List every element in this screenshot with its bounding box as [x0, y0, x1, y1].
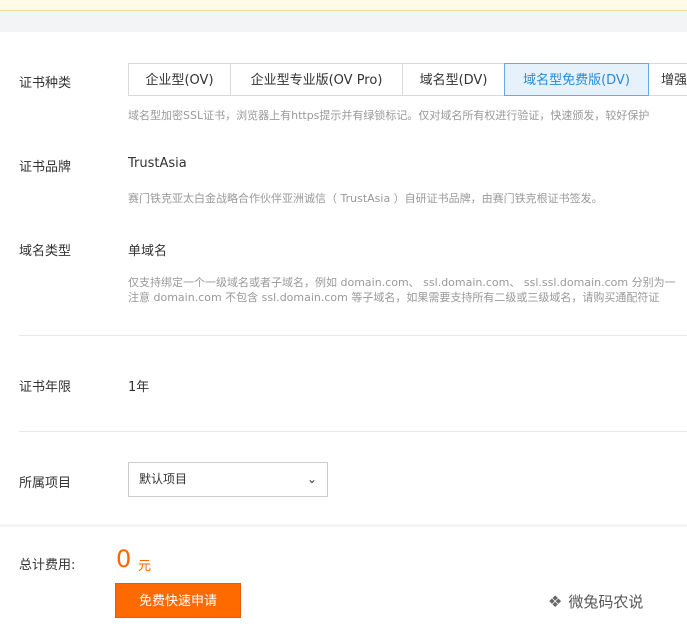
tab-ov-pro[interactable]: 企业型专业版(OV Pro): [230, 63, 403, 96]
total-cost-unit: 元: [138, 559, 152, 574]
domain-type-hint-2: 注意 domain.com 不包含 ssl.domain.com 等子域名，如果…: [128, 291, 660, 304]
divider: [19, 431, 687, 432]
total-cost-label: 总计费用:: [19, 558, 76, 573]
cert-type-hint: 域名型加密SSL证书，浏览器上有https提示并有绿锁标记。仅对域名所有权进行验…: [128, 109, 650, 122]
cert-brand-value: TrustAsia: [128, 156, 187, 171]
cert-brand-hint: 赛门铁克亚太白金战略合作伙伴亚洲诚信（ TrustAsia ）自研证书品牌，由赛…: [128, 192, 603, 205]
apply-button[interactable]: 免费快速申请: [115, 583, 241, 618]
cert-type-tabs: 企业型(OV) 企业型专业版(OV Pro) 域名型(DV) 域名型免费版(DV…: [128, 63, 687, 96]
domain-type-label: 域名类型: [19, 244, 72, 259]
total-cost-amount: 0: [116, 545, 132, 573]
divider: [19, 335, 687, 336]
domain-type-value: 单域名: [128, 244, 168, 259]
wechat-icon: ❖: [548, 592, 563, 611]
domain-type-hint-1: 仅支持绑定一个一级域名或者子域名，例如 domain.com、 ssl.doma…: [128, 276, 676, 289]
watermark: ❖ 微兔码农说: [548, 591, 643, 612]
tab-dv-free[interactable]: 域名型免费版(DV): [504, 63, 649, 96]
config-panel: 证书种类 企业型(OV) 企业型专业版(OV Pro) 域名型(DV) 域名型免…: [0, 32, 687, 524]
cert-years-label: 证书年限: [19, 380, 72, 395]
project-select-value: 默认项目: [139, 472, 188, 486]
cert-brand-label: 证书品牌: [19, 160, 72, 175]
tab-dv[interactable]: 域名型(DV): [402, 63, 505, 96]
tab-ev[interactable]: 增强: [648, 63, 687, 96]
tab-ov[interactable]: 企业型(OV): [128, 63, 231, 96]
notice-banner: [0, 0, 687, 11]
chevron-down-icon: ⌄: [306, 472, 317, 486]
watermark-text: 微兔码农说: [568, 593, 644, 611]
project-label: 所属项目: [19, 476, 72, 491]
cert-years-value: 1年: [128, 380, 150, 395]
order-footer: 总计费用: 0 元 免费快速申请 ❖ 微兔码农说: [0, 527, 687, 630]
cert-type-label: 证书种类: [19, 76, 72, 91]
project-select[interactable]: 默认项目 ⌄: [128, 462, 328, 497]
